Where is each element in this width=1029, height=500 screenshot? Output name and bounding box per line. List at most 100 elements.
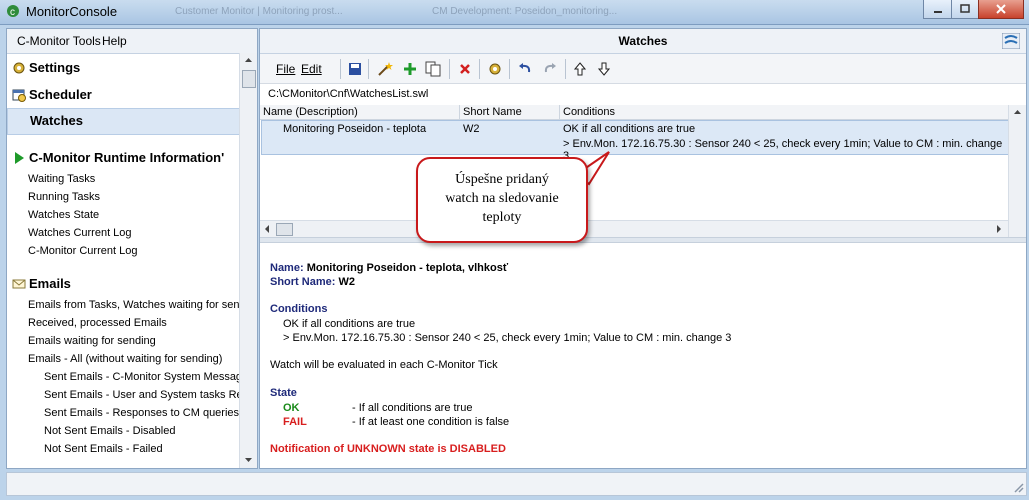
menu-file[interactable]: File <box>276 62 295 76</box>
menu-edit[interactable]: Edit <box>301 62 322 76</box>
copy-icon <box>425 61 441 77</box>
sidebar-scrollbar[interactable] <box>239 53 257 468</box>
gear-icon <box>489 63 501 75</box>
save-icon <box>349 63 361 75</box>
magic-wand-icon <box>378 62 393 76</box>
arrow-down-icon <box>598 62 610 76</box>
state-fail-description: - If at least one condition is false <box>352 416 510 428</box>
envelope-icon <box>12 279 26 289</box>
pane-splitter[interactable] <box>260 237 1026 243</box>
delete-x-icon <box>460 64 470 74</box>
maximize-icon <box>960 4 970 13</box>
table-row[interactable]: Monitoring Poseidon - teplota W2 OK if a… <box>261 120 1010 162</box>
sidebar-item-scheduler[interactable]: Scheduler <box>7 83 239 107</box>
gear-icon <box>13 62 25 74</box>
sidebar-section-runtime[interactable]: C-Monitor Runtime Information' <box>7 146 239 170</box>
toolbar-separator <box>340 59 341 79</box>
watches-panel: Watches File Edit C:\CMonitor\Cnf\Watche… <box>259 28 1027 469</box>
background-window-tab: CM Development: Poseidon_monitoring... <box>432 6 618 17</box>
menu-help[interactable]: Help <box>102 34 127 48</box>
minimize-button[interactable] <box>923 0 952 19</box>
sidebar-item-not-sent-disabled[interactable]: Not Sent Emails - Disabled <box>44 425 175 437</box>
menu-bar: C-Monitor Tools Help <box>7 29 257 54</box>
close-icon <box>996 4 1006 14</box>
scroll-down-icon <box>245 458 252 462</box>
settings-button[interactable] <box>486 60 504 78</box>
close-button[interactable] <box>978 0 1024 19</box>
sidebar-item-watches-log[interactable]: Watches Current Log <box>28 227 132 239</box>
sidebar-item-watches-state[interactable]: Watches State <box>28 209 99 221</box>
notification-status: Notification of UNKNOWN state is DISABLE… <box>270 443 506 455</box>
toolbar-separator <box>565 59 566 79</box>
panel-title: Watches <box>618 34 668 48</box>
file-path: C:\CMonitor\Cnf\WatchesList.swl <box>268 88 429 100</box>
undo-button[interactable] <box>516 60 534 78</box>
menu-c-monitor-tools[interactable]: C-Monitor Tools <box>17 34 101 48</box>
move-up-button[interactable] <box>571 60 589 78</box>
resize-grip-icon[interactable] <box>1012 481 1024 493</box>
copy-button[interactable] <box>424 60 442 78</box>
svg-text:c: c <box>10 7 15 18</box>
navigation-pane: C-Monitor Tools Help Settings Scheduler … <box>6 28 258 469</box>
sidebar-item-sent-system[interactable]: Sent Emails - C-Monitor System Message <box>44 371 248 383</box>
detail-name-line: Name: Monitoring Poseidon - teplota, vlh… <box>270 262 508 274</box>
callout-line-1: Úspešne pridaný <box>455 172 549 187</box>
detail-name-value: Monitoring Poseidon - teplota, vlhkosť <box>306 262 509 274</box>
column-conditions[interactable]: Conditions <box>563 106 615 118</box>
scroll-right-icon <box>997 225 1001 233</box>
cell-short-name: W2 <box>463 123 480 135</box>
sidebar-item-emails-sending[interactable]: Emails waiting for sending <box>28 335 156 347</box>
minimize-icon <box>933 11 942 13</box>
sidebar-item-sent-user[interactable]: Sent Emails - User and System tasks Res <box>44 389 248 401</box>
annotation-callout: Úspešne pridaný watch na sledovanie tepl… <box>416 157 588 243</box>
sidebar-item-settings[interactable]: Settings <box>7 56 239 80</box>
toolbar-separator <box>368 59 369 79</box>
play-arrow-icon <box>15 152 24 164</box>
maximize-button[interactable] <box>951 0 979 19</box>
delete-button[interactable] <box>456 60 474 78</box>
sidebar-label: Watches <box>30 113 83 128</box>
detail-short-value: W2 <box>338 276 355 288</box>
redo-button[interactable] <box>541 60 559 78</box>
add-button[interactable] <box>401 60 419 78</box>
sidebar-label: Scheduler <box>29 87 92 102</box>
wizard-button[interactable] <box>376 60 394 78</box>
detail-name-label: Name: <box>270 262 304 274</box>
sidebar-item-sent-responses[interactable]: Sent Emails - Responses to CM queries <box>44 407 239 419</box>
scroll-up-icon <box>1014 110 1021 114</box>
column-short-name[interactable]: Short Name <box>463 106 522 118</box>
sidebar-label: Settings <box>29 60 81 75</box>
sidebar-label: C-Monitor Runtime Information' <box>29 150 225 165</box>
scroll-up-icon <box>245 58 252 62</box>
detail-condition-1: OK if all conditions are true <box>283 318 416 330</box>
scroll-thumb[interactable] <box>276 223 293 236</box>
window-title: MonitorConsole <box>26 4 118 19</box>
cell-name: Monitoring Poseidon - teplota <box>283 123 427 135</box>
table-horizontal-scrollbar[interactable] <box>260 220 1008 237</box>
app-icon: c <box>7 5 19 18</box>
callout-line-3: teploty <box>482 210 522 225</box>
undo-icon <box>519 63 531 73</box>
sidebar-item-running-tasks[interactable]: Running Tasks <box>28 191 100 203</box>
background-window-tab: Customer Monitor | Monitoring prost... <box>175 6 343 17</box>
sidebar-item-cmonitor-log[interactable]: C-Monitor Current Log <box>28 245 137 257</box>
sidebar-item-emails-received[interactable]: Received, processed Emails <box>28 317 167 329</box>
sidebar-section-emails[interactable]: Emails <box>7 272 239 296</box>
sidebar-item-emails-all[interactable]: Emails - All (without waiting for sendin… <box>28 353 222 365</box>
table-vertical-scrollbar[interactable] <box>1008 105 1026 237</box>
plus-icon <box>404 63 416 75</box>
panel-header: Watches <box>260 29 1026 54</box>
scroll-left-icon <box>265 225 269 233</box>
scroll-thumb[interactable] <box>242 70 256 88</box>
calendar-clock-icon <box>12 89 26 102</box>
sidebar-item-waiting-tasks[interactable]: Waiting Tasks <box>28 173 95 185</box>
column-name[interactable]: Name (Description) <box>263 106 358 118</box>
detail-short-label: Short Name: <box>270 276 336 288</box>
sidebar-item-not-sent-failed[interactable]: Not Sent Emails - Failed <box>44 443 163 455</box>
sidebar-item-emails-waiting[interactable]: Emails from Tasks, Watches waiting for s… <box>28 299 246 311</box>
save-button[interactable] <box>346 60 364 78</box>
sidebar-item-watches[interactable]: Watches <box>7 108 240 135</box>
redo-icon <box>544 63 556 73</box>
status-bar <box>6 472 1027 496</box>
move-down-button[interactable] <box>595 60 613 78</box>
